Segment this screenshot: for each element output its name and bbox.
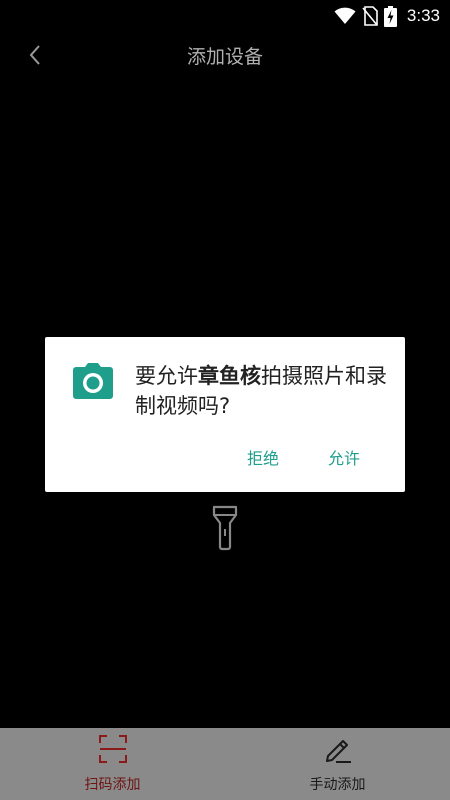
permission-dialog: 要允许章鱼核拍摄照片和录制视频吗? 拒绝 允许: [45, 337, 405, 492]
status-icons: 3:33: [334, 5, 440, 27]
tab-scan-add-label: 扫码添加: [84, 777, 141, 793]
allow-button[interactable]: 允许: [328, 445, 360, 469]
battery-charging-icon: [383, 5, 397, 27]
tab-scan-add[interactable]: 扫码添加: [0, 728, 225, 800]
message-prefix: 要允许: [135, 364, 198, 388]
dialog-message: 要允许章鱼核拍摄照片和录制视频吗?: [135, 361, 390, 421]
pencil-icon: [323, 734, 353, 764]
status-bar: 3:33: [0, 0, 450, 32]
page-title: 添加设备: [186, 46, 263, 68]
flashlight-button[interactable]: [209, 505, 241, 551]
bottom-bar: 扫码添加 手动添加: [0, 728, 450, 800]
status-time: 3:33: [406, 6, 440, 25]
wifi-icon: [334, 7, 356, 25]
flashlight-icon: [209, 505, 241, 555]
camera-icon: [73, 363, 113, 399]
header: 添加设备: [0, 32, 450, 80]
app-name: 章鱼核: [198, 364, 261, 388]
tab-manual-add-label: 手动添加: [309, 777, 366, 793]
deny-button[interactable]: 拒绝: [247, 445, 279, 469]
no-sim-icon: [362, 6, 378, 26]
scan-icon: [98, 734, 128, 764]
tab-manual-add[interactable]: 手动添加: [225, 728, 450, 800]
